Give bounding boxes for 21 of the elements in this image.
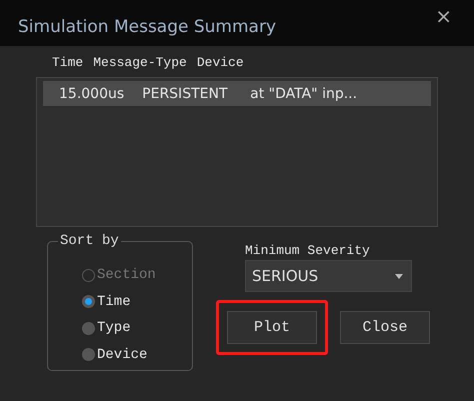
window-title: Simulation Message Summary bbox=[18, 17, 276, 37]
table-cell: at "DATA" inp... bbox=[250, 86, 358, 102]
radio-button[interactable] bbox=[82, 322, 95, 335]
radio-label[interactable]: Type bbox=[97, 320, 131, 336]
radio-label[interactable]: Time bbox=[97, 294, 131, 310]
message-row[interactable]: 15.000us PERSISTENT at "DATA" inp... bbox=[43, 81, 431, 106]
table-cell-text: PERSISTENT bbox=[142, 86, 229, 102]
dialog-button[interactable]: Plot bbox=[227, 311, 317, 344]
radio-label[interactable]: Device bbox=[97, 346, 148, 363]
close-button[interactable]: × bbox=[431, 5, 456, 27]
table-cell: 15.000us bbox=[59, 86, 124, 102]
group-label: Sort by bbox=[58, 233, 121, 249]
list-heading: Time bbox=[52, 54, 84, 70]
radio-button[interactable] bbox=[82, 295, 95, 308]
severity-label: Minimum Severity bbox=[245, 243, 371, 258]
list-heading: Device bbox=[196, 54, 244, 70]
list-heading: Message-Type bbox=[93, 54, 187, 70]
dialog-button[interactable]: Close bbox=[340, 311, 430, 344]
caret-icon bbox=[395, 274, 403, 278]
radio-button[interactable] bbox=[82, 348, 95, 362]
severity-dropdown[interactable]: SERIOUS bbox=[245, 260, 412, 292]
